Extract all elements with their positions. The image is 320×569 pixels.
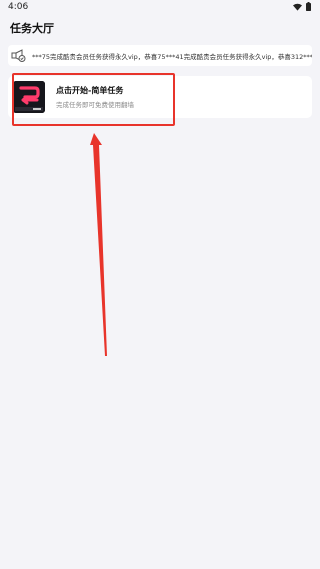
annotation-arrow-icon (90, 133, 107, 356)
